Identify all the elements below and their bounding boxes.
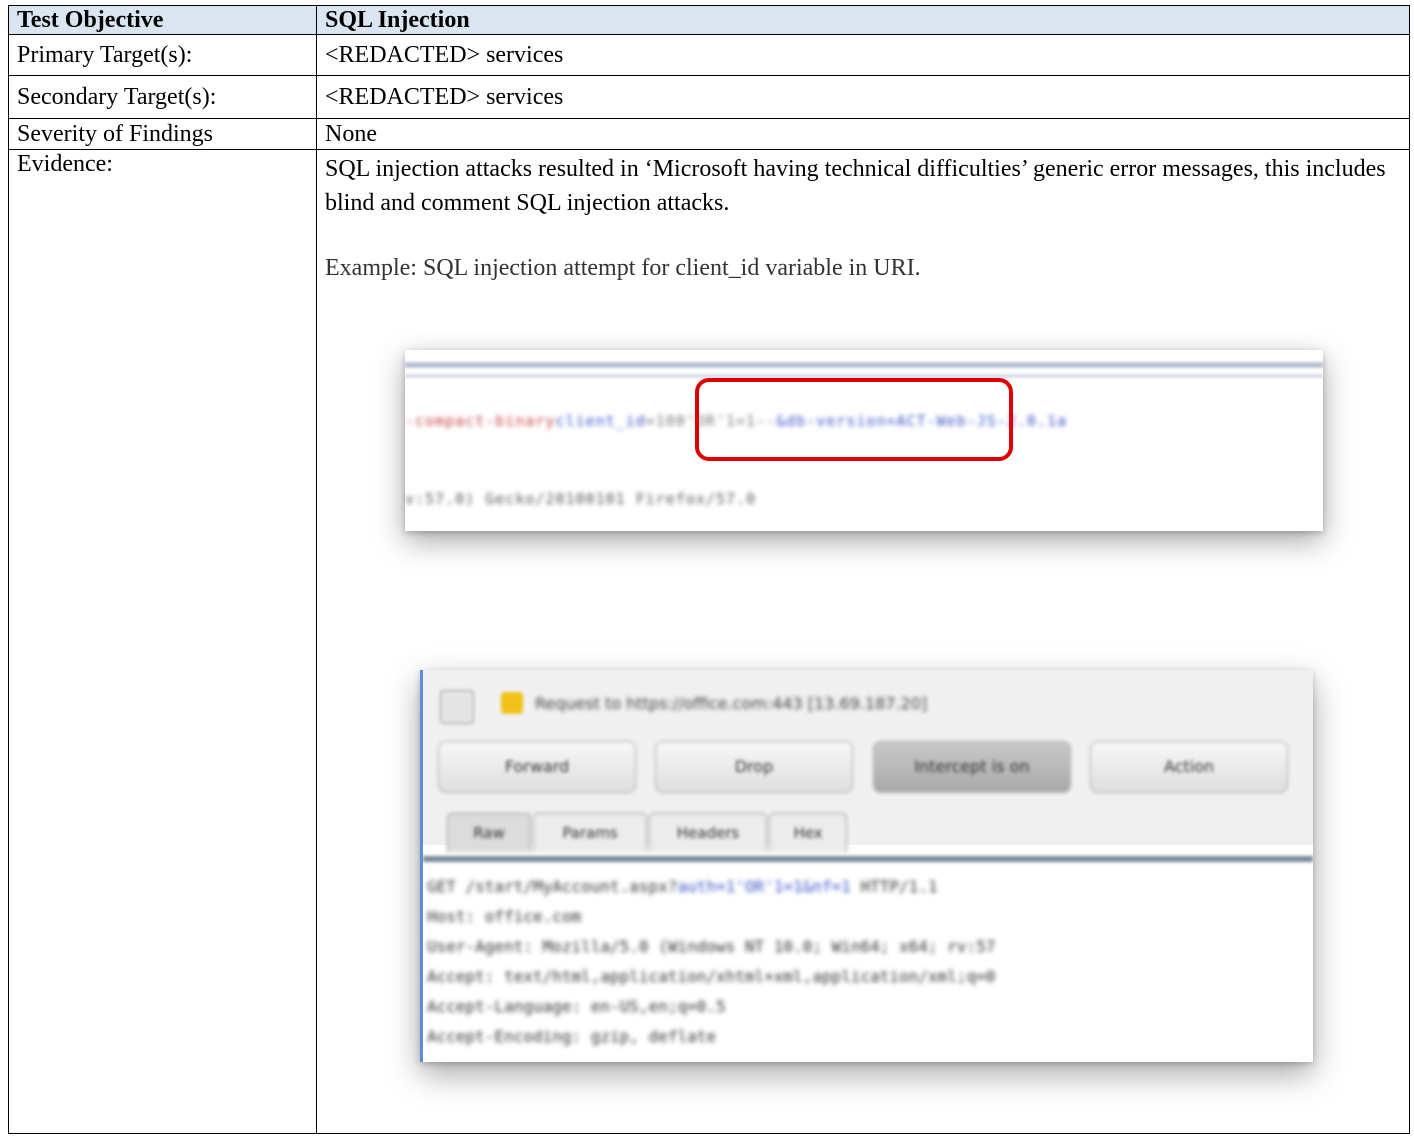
severity-value: None [316, 118, 1410, 150]
drop-button[interactable]: Drop [655, 741, 853, 793]
secondary-target-label: Secondary Target(s): [8, 75, 317, 119]
request-protocol: HTTP/1.1 [850, 877, 938, 896]
request-target-text: Request to https://office.com:443 [13.69… [535, 694, 928, 713]
tab-headers[interactable]: Headers [649, 813, 767, 852]
lock-icon [501, 692, 523, 714]
table-row: Severity of Findings None [8, 118, 1410, 150]
tab-params[interactable]: Params [533, 813, 647, 852]
request-injected-params: auth=1'OR'1=1&nf=1 [677, 877, 851, 896]
table-header-row: Test Objective SQL Injection [8, 5, 1410, 35]
test-objective-label: Test Objective [8, 5, 317, 35]
host-header: Host: office.com [427, 907, 582, 926]
raw-request-body: GET /start/MyAccount.aspx?auth=1'OR'1=1&… [427, 872, 995, 1052]
test-objective-value: SQL Injection [316, 5, 1410, 35]
primary-target-label: Primary Target(s): [8, 34, 317, 76]
table-row: Primary Target(s): <REDACTED> services [8, 34, 1410, 76]
url-segment-red: -compact-binary [405, 412, 556, 430]
forward-button[interactable]: Forward [438, 741, 636, 793]
intercept-toggle-button[interactable]: Intercept is on [873, 741, 1071, 793]
evidence-label: Evidence: [8, 149, 317, 1134]
user-agent-line: v:57.0) Gecko/20100101 Firefox/57.0 [405, 490, 757, 508]
user-agent-header: User-Agent: Mozilla/5.0 (Windows NT 10.0… [427, 937, 996, 956]
accept-header: Accept: text/html,application/xhtml+xml,… [427, 967, 996, 986]
accept-encoding-header: Accept-Encoding: gzip, deflate [427, 1027, 716, 1046]
tab-hex[interactable]: Hex [769, 813, 847, 852]
secondary-target-value: <REDACTED> services [316, 75, 1410, 119]
severity-label: Severity of Findings [8, 118, 317, 150]
request-path: GET /start/MyAccount.aspx? [427, 877, 678, 896]
panel-divider [423, 856, 1313, 862]
action-button[interactable]: Action [1090, 741, 1288, 793]
primary-target-value: <REDACTED> services [316, 34, 1410, 76]
pencil-icon [440, 690, 474, 724]
tab-raw[interactable]: Raw [447, 813, 531, 852]
url-param-name: client_id [555, 412, 646, 430]
toolbar-strip [405, 362, 1323, 368]
highlight-box [695, 378, 1013, 461]
evidence-text: SQL injection attacks resulted in ‘Micro… [325, 156, 1386, 216]
request-line: GET /start/MyAccount.aspx?auth=1'OR'1=1&… [427, 872, 995, 902]
accept-language-header: Accept-Language: en-US,en;q=0.5 [427, 997, 726, 1016]
table-row: Secondary Target(s): <REDACTED> services [8, 75, 1410, 119]
proxy-intercept-screenshot: Request to https://office.com:443 [13.69… [420, 670, 1313, 1062]
example-caption: Example: SQL injection attempt for clien… [325, 255, 921, 281]
